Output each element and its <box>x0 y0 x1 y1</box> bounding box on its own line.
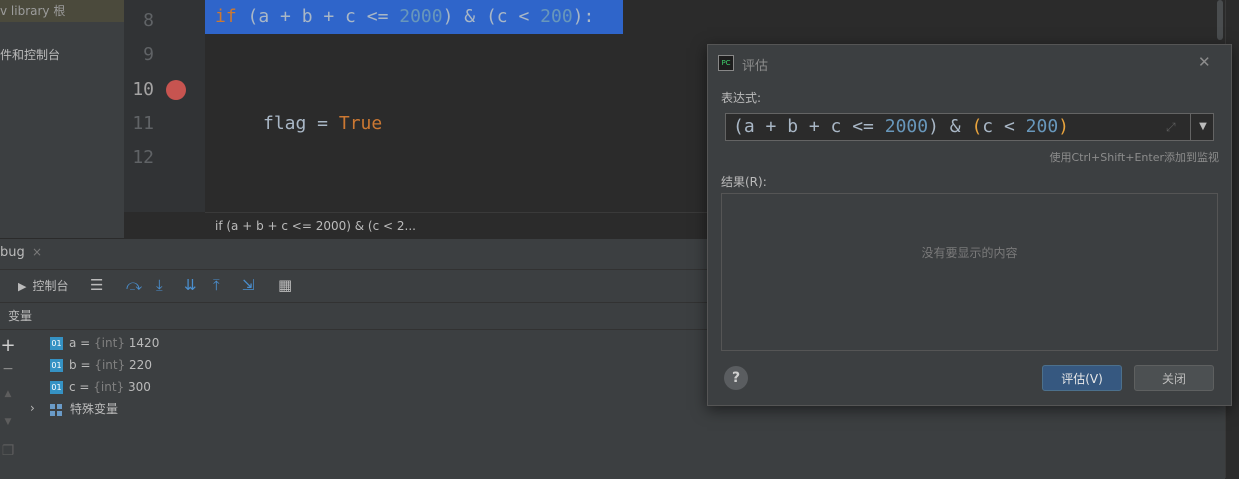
result-label: 结果(R): <box>721 175 767 189</box>
int-variable-icon: 01 <box>50 381 63 394</box>
code-text: (a + b + c <= <box>236 6 400 27</box>
editor-scrollbar-thumb[interactable] <box>1217 0 1223 40</box>
line-number: 11 <box>132 113 154 134</box>
close-icon[interactable]: × <box>32 245 42 259</box>
step-into-icon[interactable]: ⤓ <box>156 276 163 294</box>
help-button[interactable]: ? <box>724 366 748 390</box>
paren: ( <box>733 116 744 137</box>
variables-title: 变量 <box>8 309 33 323</box>
keyword-if: if <box>215 6 237 27</box>
copy-icon[interactable]: ❐ <box>0 443 16 459</box>
console-tab-label: 控制台 <box>32 279 69 293</box>
chevron-right-icon[interactable]: › <box>30 401 35 415</box>
matched-paren: ( <box>971 116 983 137</box>
line-number: 12 <box>132 147 154 168</box>
close-icon[interactable]: ✕ <box>1198 53 1211 71</box>
close-button[interactable]: 关闭 <box>1134 365 1214 391</box>
number-literal: 2000 <box>399 6 443 27</box>
variable-row-a[interactable]: 01 a = {int} 1420 <box>50 333 159 353</box>
expression-label: 表达式: <box>721 91 762 105</box>
number-literal: 2000 <box>884 116 929 137</box>
add-to-watches-hint: 使用Ctrl+Shift+Enter添加到监视 <box>1049 151 1219 164</box>
variable-value: 1420 <box>124 336 160 350</box>
code-text: ) & <box>928 116 972 137</box>
current-line-highlight: if (a + b + c <= 2000) & (c < 200): <box>205 0 623 34</box>
keyword-true: True <box>338 113 383 134</box>
project-panel: v library 根 件和控制台 <box>0 0 124 238</box>
add-watch-icon[interactable]: + <box>0 335 16 356</box>
variable-name: b <box>69 358 77 372</box>
run-to-cursor-icon[interactable]: ⇲ <box>242 276 255 294</box>
evaluate-expression-icon[interactable]: ▦ <box>278 276 292 294</box>
line-number: 8 <box>143 10 154 31</box>
move-down-icon[interactable]: ▼ <box>0 417 16 427</box>
line-number: 10 <box>132 79 154 100</box>
variable-type: {int} <box>93 380 125 394</box>
variable-eq: = <box>76 358 95 372</box>
menu-icon[interactable]: ☰ <box>90 276 103 294</box>
int-variable-icon: 01 <box>50 337 63 350</box>
variable-eq: = <box>76 336 95 350</box>
line-number: 9 <box>143 44 154 65</box>
variable-name: c <box>69 380 76 394</box>
code-text: a + b + c <= <box>743 116 885 137</box>
code-text: flag = <box>263 113 339 134</box>
number-literal: 200 <box>1025 116 1059 137</box>
code-line-10: if (a + b + c <= 2000) & (c < 200): <box>215 6 594 27</box>
expression-text: (a + b + c <= 2000) & (c < 200) <box>733 116 1069 137</box>
evaluate-dialog: PC 评估 ✕ 表达式: (a + b + c <= 2000) & (c < … <box>707 44 1232 406</box>
code-text: c < <box>982 116 1026 137</box>
variable-row-c[interactable]: 01 c = {int} 300 <box>50 377 151 397</box>
special-variables-row[interactable]: 特殊变量 <box>50 399 118 419</box>
code-text: ): <box>572 6 595 27</box>
project-root-item[interactable]: v library 根 <box>0 0 124 22</box>
evaluate-button[interactable]: 评估(V) <box>1042 365 1122 391</box>
editor-gutter[interactable]: 8 9 10 11 12 <box>124 0 206 212</box>
variable-type: {int} <box>94 358 126 372</box>
move-up-icon[interactable]: ▲ <box>0 389 16 399</box>
special-variables-icon <box>50 403 62 416</box>
expression-input[interactable]: (a + b + c <= 2000) & (c < 200) ⤢ ▼ <box>725 113 1214 141</box>
step-out-icon[interactable]: ⤒ <box>213 276 220 294</box>
variable-value: 300 <box>124 380 151 394</box>
external-libraries-item[interactable]: 件和控制台 <box>0 46 60 63</box>
history-dropdown-button[interactable]: ▼ <box>1190 114 1215 140</box>
result-panel[interactable]: 没有要显示的内容 <box>721 193 1218 351</box>
empty-result-text: 没有要显示的内容 <box>921 246 1018 260</box>
variable-eq: = <box>75 380 94 394</box>
variable-type: {int} <box>94 336 125 350</box>
variable-value: 220 <box>125 358 152 372</box>
step-over-icon[interactable]: ⤼ <box>126 276 142 294</box>
debug-tab[interactable]: bug <box>0 245 25 260</box>
code-text: ) & (c < <box>442 6 541 27</box>
special-variables-label: 特殊变量 <box>70 402 119 416</box>
dialog-title: 评估 <box>742 59 769 74</box>
variables-side-toolbar: + − ▲ ▼ ❐ <box>0 331 18 471</box>
console-tab[interactable]: ▶ 控制台 <box>18 277 68 294</box>
code-line-11: flag = True <box>263 113 382 134</box>
console-icon: ▶ <box>18 280 27 293</box>
step-into-my-code-icon[interactable]: ⇊ <box>184 276 197 294</box>
remove-watch-icon[interactable]: − <box>0 361 16 377</box>
pycharm-icon: PC <box>718 55 734 71</box>
variable-row-b[interactable]: 01 b = {int} 220 <box>50 355 152 375</box>
matched-paren: ) <box>1058 116 1070 137</box>
breakpoint-icon[interactable] <box>166 80 186 100</box>
int-variable-icon: 01 <box>50 359 63 372</box>
expand-icon[interactable]: ⤢ <box>1166 120 1176 135</box>
number-literal: 200 <box>540 6 573 27</box>
